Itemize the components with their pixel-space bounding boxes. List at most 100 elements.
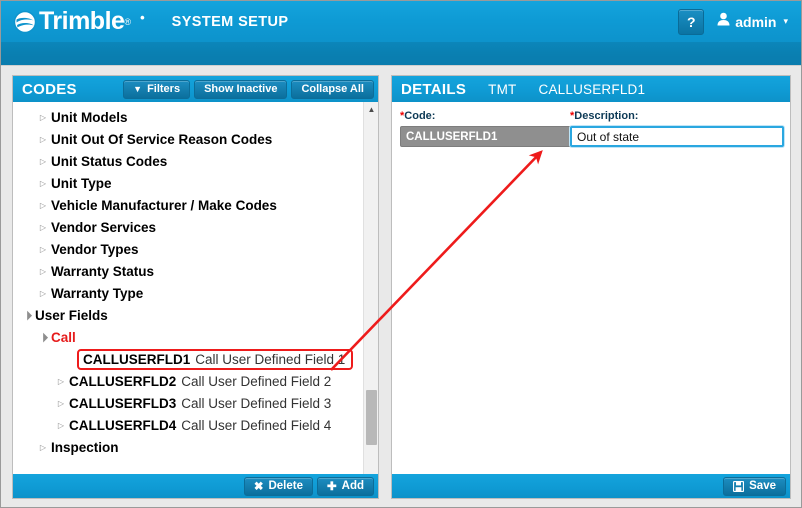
delete-button-label: Delete xyxy=(268,480,303,492)
codes-tree: ▷ Unit Models ▷ Unit Out Of Service Reason … xyxy=(13,102,378,458)
help-button[interactable]: ? xyxy=(678,8,705,35)
tree-node-code: CALLUSERFLD4 xyxy=(69,417,177,433)
chevron-right-icon[interactable]: ▷ xyxy=(35,245,51,254)
chevron-right-icon[interactable]: ▷ xyxy=(53,399,69,408)
details-form: *Code: *Description: xyxy=(392,102,790,476)
tree-node[interactable]: ▷ Warranty Status xyxy=(13,260,378,282)
codes-panel-header: CODES ▼ Filters Show Inactive Collapse A… xyxy=(13,76,378,102)
filters-button-label: Filters xyxy=(147,83,181,95)
tree-node[interactable]: ▷ CALLUSERFLD3 Call User Defined Field 3 xyxy=(13,392,378,414)
tree-node[interactable]: ▷ CALLUSERFLD2 Call User Defined Field 2 xyxy=(13,370,378,392)
tree-node-code: Vendor Types xyxy=(51,241,139,257)
tree-node-code: Vendor Services xyxy=(51,219,157,235)
tree-node-code: Call xyxy=(51,329,76,345)
chevron-down-icon: ▾ xyxy=(783,16,788,26)
tree-node-code: Inspection xyxy=(51,439,119,455)
tree-node[interactable]: ▷ Vendor Services xyxy=(13,216,378,238)
tree-node-code: Warranty Type xyxy=(51,285,144,301)
tree-node[interactable]: ◢ User Fields xyxy=(13,304,378,326)
app-header: Trimble ® • SYSTEM SETUP ? admin ▾ xyxy=(1,1,801,42)
system-setup-window: Trimble ® • SYSTEM SETUP ? admin ▾ CODES… xyxy=(0,0,802,508)
tree-node-code: Unit Type xyxy=(51,175,112,191)
save-button-label: Save xyxy=(749,480,776,492)
chevron-right-icon[interactable]: ▷ xyxy=(53,421,69,430)
tree-node-code: Unit Models xyxy=(51,109,128,125)
chevron-right-icon[interactable]: ▷ xyxy=(35,289,51,298)
add-button[interactable]: ✚ Add xyxy=(317,476,374,496)
header-right-group: ? admin ▾ xyxy=(678,8,788,35)
delete-button[interactable]: ✖ Delete xyxy=(243,476,313,496)
tree-node[interactable]: ▷ Unit Out Of Service Reason Codes xyxy=(13,128,378,150)
tree-node[interactable]: ◢ Call xyxy=(13,326,378,348)
breadcrumb-record: CALLUSERFLD1 xyxy=(538,81,646,97)
tree-node-description: Call User Defined Field 2 xyxy=(181,373,332,389)
chevron-down-icon[interactable]: ◢ xyxy=(33,327,52,346)
tree-node[interactable]: ▷ CALLUSERFLD4 Call User Defined Field 4 xyxy=(13,414,378,436)
tree-node-code: Unit Out Of Service Reason Codes xyxy=(51,131,273,147)
collapse-all-button[interactable]: Collapse All xyxy=(291,79,374,99)
chevron-right-icon[interactable]: ▷ xyxy=(35,135,51,144)
description-label-text: Description: xyxy=(574,110,639,122)
tree-node-description: Call User Defined Field 4 xyxy=(181,417,332,433)
codes-tree-container: ▷ Unit Models ▷ Unit Out Of Service Reason … xyxy=(13,102,378,476)
codes-panel-footer: ✖ Delete ✚ Add xyxy=(13,474,378,498)
save-icon xyxy=(733,480,745,492)
tree-scrollbar[interactable]: ▲ xyxy=(363,102,378,476)
chevron-right-icon[interactable]: ▷ xyxy=(35,179,51,188)
chevron-right-icon[interactable]: ▷ xyxy=(35,223,51,232)
tree-node-code: Warranty Status xyxy=(51,263,155,279)
tree-node[interactable]: ▷ Vendor Types xyxy=(13,238,378,260)
details-panel-footer: Save xyxy=(392,474,790,498)
tree-node-code: Vehicle Manufacturer / Make Codes xyxy=(51,197,277,213)
user-name-label: admin xyxy=(735,13,777,30)
description-field-label: *Description: xyxy=(570,110,784,122)
tree-node-description: Call User Defined Field 1 xyxy=(195,351,346,367)
codes-panel: CODES ▼ Filters Show Inactive Collapse A… xyxy=(12,75,379,499)
chevron-right-icon[interactable]: ▷ xyxy=(35,201,51,210)
chevron-right-icon[interactable]: ▷ xyxy=(35,443,51,452)
tree-node[interactable]: CALLUSERFLD1 Call User Defined Field 1 xyxy=(13,348,378,370)
code-label-text: Code: xyxy=(404,110,436,122)
trimble-globe-icon xyxy=(13,10,37,34)
tree-node-code: Unit Status Codes xyxy=(51,153,168,169)
codes-panel-title: CODES xyxy=(22,80,77,98)
description-field-group: *Description: xyxy=(570,110,784,147)
delete-icon: ✖ xyxy=(253,481,264,493)
chevron-down-icon[interactable]: ◢ xyxy=(17,305,36,324)
tree-node[interactable]: ▷ Vehicle Manufacturer / Make Codes xyxy=(13,194,378,216)
tree-node[interactable]: ▷ Unit Type xyxy=(13,172,378,194)
details-panel-title: DETAILS xyxy=(401,80,467,98)
scrollbar-thumb[interactable] xyxy=(366,390,377,445)
code-field-group: *Code: xyxy=(400,110,574,147)
scroll-up-icon[interactable]: ▲ xyxy=(364,102,379,117)
tree-node[interactable]: ▷ Unit Models xyxy=(13,106,378,128)
user-menu[interactable]: admin ▾ xyxy=(717,12,788,31)
brand-name: Trimble xyxy=(39,7,125,35)
code-field-label: *Code: xyxy=(400,110,574,122)
user-icon xyxy=(717,12,730,31)
tree-node-code: CALLUSERFLD1 xyxy=(83,351,191,367)
toolbar-divider xyxy=(1,66,801,75)
add-icon: ✚ xyxy=(327,481,337,493)
tree-node[interactable]: ▷ Unit Status Codes xyxy=(13,150,378,172)
brand-registered-mark: ® xyxy=(124,16,132,27)
description-input[interactable] xyxy=(570,126,784,147)
chevron-right-icon[interactable]: ▷ xyxy=(35,113,51,122)
details-panel-header: DETAILS TMT CALLUSERFLD1 xyxy=(392,76,790,102)
show-inactive-button[interactable]: Show Inactive xyxy=(194,79,288,99)
filters-button[interactable]: ▼ Filters xyxy=(123,79,191,99)
brand-tick-icon: • xyxy=(140,10,145,25)
chevron-right-icon[interactable]: ▷ xyxy=(35,267,51,276)
trimble-logo[interactable]: Trimble ® • xyxy=(13,1,145,42)
breadcrumb-tmt: TMT xyxy=(488,81,517,97)
tree-node[interactable]: ▷ Warranty Type xyxy=(13,282,378,304)
chevron-right-icon[interactable]: ▷ xyxy=(53,377,69,386)
tree-node[interactable]: ▷ Inspection xyxy=(13,436,378,458)
tree-node-description: Call User Defined Field 3 xyxy=(181,395,332,411)
add-button-label: Add xyxy=(341,480,364,492)
chevron-right-icon[interactable]: ▷ xyxy=(35,157,51,166)
save-button[interactable]: Save xyxy=(723,476,786,496)
code-input[interactable] xyxy=(400,126,574,147)
tree-node-code: User Fields xyxy=(35,307,108,323)
selected-node-highlight[interactable]: CALLUSERFLD1 Call User Defined Field 1 xyxy=(77,348,354,370)
